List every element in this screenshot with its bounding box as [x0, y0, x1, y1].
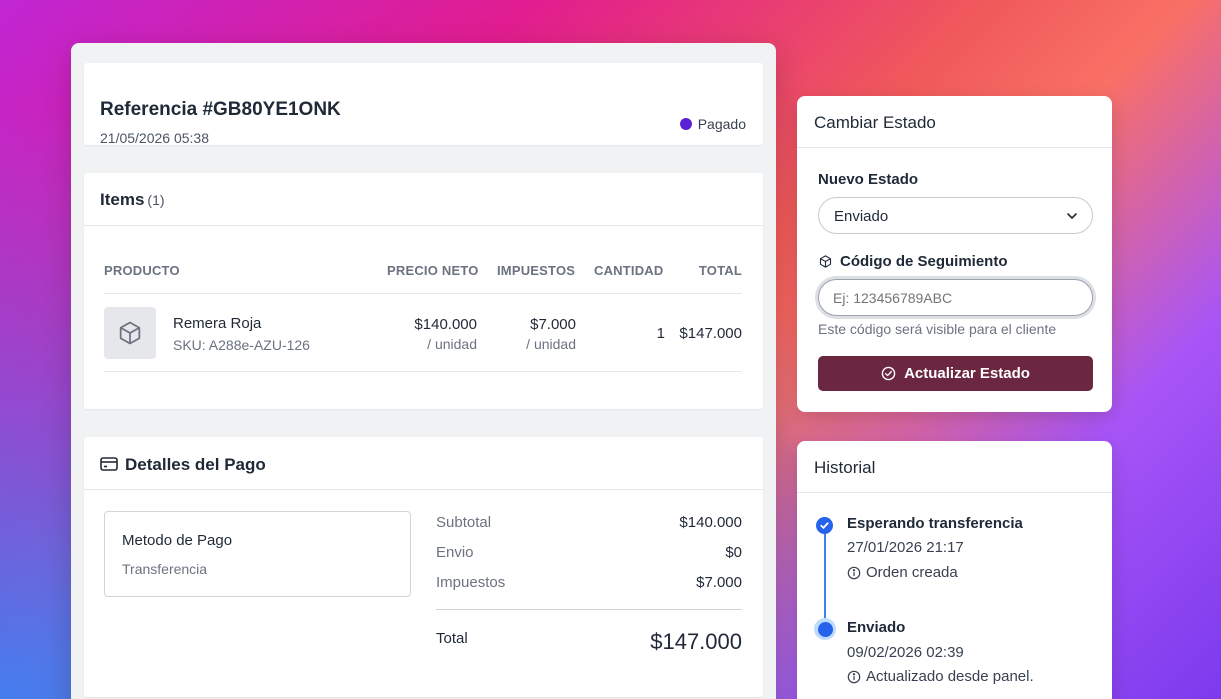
product-quantity: 1 — [656, 325, 665, 342]
box-icon — [119, 321, 141, 345]
status-dot-icon — [679, 118, 692, 130]
state-select-value: Enviado — [834, 208, 889, 225]
order-date: 21/05/2026 05:38 — [100, 130, 209, 146]
tracking-label: Código de Seguimiento — [840, 253, 1008, 270]
state-select[interactable]: Enviado — [818, 197, 1093, 234]
payment-method-box: Metodo de Pago Transferencia — [104, 511, 411, 597]
items-header: Items (1) — [84, 173, 763, 226]
tracking-label-row: Código de Seguimiento — [818, 253, 1008, 270]
column-header-net-price: PRECIO NETO — [387, 263, 479, 278]
info-icon — [847, 670, 861, 683]
change-state-header: Cambiar Estado — [797, 96, 1112, 148]
items-title: Items (1) — [100, 190, 165, 210]
column-header-total: TOTAL — [698, 263, 742, 278]
product-sku: SKU: A288e-AZU-126 — [173, 337, 310, 353]
timeline-event-date: 27/01/2026 21:17 — [847, 539, 964, 556]
column-header-taxes: IMPUESTOS — [497, 263, 576, 278]
shipping-label: Envio — [436, 544, 474, 561]
timeline-event-date: 09/02/2026 02:39 — [847, 644, 964, 661]
new-state-label: Nuevo Estado — [818, 171, 919, 188]
table-divider — [104, 293, 742, 294]
tracking-code-input[interactable] — [818, 279, 1093, 316]
timeline-event-note-text: Actualizado desde panel. — [866, 668, 1034, 685]
tax-label: Impuestos — [436, 574, 506, 591]
timeline-event-title: Esperando transferencia — [847, 515, 1023, 532]
status-badge: Pagado — [679, 116, 746, 132]
column-header-quantity: CANTIDAD — [594, 263, 664, 278]
payment-title: Detalles del Pago — [125, 455, 266, 474]
tracking-hint: Este código será visible para el cliente — [818, 321, 1057, 337]
tax-value: $7.000 — [696, 574, 742, 591]
product-tax: $7.000 — [530, 316, 576, 333]
update-state-button[interactable]: Actualizar Estado — [818, 356, 1093, 391]
payment-details-card: Detalles del Pago Metodo de Pago Transfe… — [84, 437, 763, 697]
items-count: (1) — [147, 192, 165, 208]
timeline-line — [824, 527, 826, 629]
product-thumbnail — [104, 307, 156, 359]
info-icon — [847, 566, 861, 579]
order-detail-panel: Referencia #GB80YE1ONK 21/05/2026 05:38 … — [71, 43, 776, 699]
change-state-title: Cambiar Estado — [814, 113, 936, 132]
product-total: $147.000 — [679, 325, 742, 342]
payment-header: Detalles del Pago — [84, 437, 763, 490]
payment-method-label: Metodo de Pago — [122, 532, 233, 549]
items-card: Items (1) PRODUCTO PRECIO NETO IMPUESTOS … — [84, 173, 763, 409]
total-value: $147.000 — [650, 629, 742, 654]
credit-card-icon — [100, 457, 118, 471]
shipping-value: $0 — [725, 544, 742, 561]
subtotal-value: $140.000 — [679, 514, 742, 531]
total-label: Total — [436, 630, 468, 647]
timeline-event-title: Enviado — [847, 619, 906, 636]
payment-method-value: Transferencia — [122, 561, 208, 577]
order-reference: Referencia #GB80YE1ONK — [100, 99, 341, 120]
timeline-event-note-text: Orden creada — [866, 564, 958, 581]
table-divider — [104, 371, 742, 372]
product-name: Remera Roja — [173, 315, 262, 332]
summary-divider — [436, 609, 742, 610]
check-circle-icon — [881, 366, 896, 381]
product-net-price-unit: / unidad — [427, 336, 477, 352]
timeline-event-note: Orden creada — [847, 564, 958, 581]
product-tax-unit: / unidad — [526, 336, 576, 352]
status-label: Pagado — [697, 116, 746, 132]
chevron-down-icon — [1067, 213, 1077, 219]
subtotal-label: Subtotal — [436, 514, 492, 531]
history-header: Historial — [797, 441, 1112, 493]
update-state-button-label: Actualizar Estado — [904, 365, 1030, 382]
history-card: Historial Esperando transferencia 27/01/… — [797, 441, 1112, 699]
items-title-text: Items — [100, 190, 145, 209]
history-title: Historial — [814, 458, 876, 477]
timeline-check-icon — [816, 517, 833, 534]
change-state-card: Cambiar Estado Nuevo Estado Enviado Códi… — [797, 96, 1112, 412]
column-header-product: PRODUCTO — [104, 263, 180, 278]
product-net-price: $140.000 — [414, 316, 477, 333]
timeline-current-dot-icon — [814, 618, 836, 640]
timeline-event-note: Actualizado desde panel. — [847, 668, 1034, 685]
order-header-card: Referencia #GB80YE1ONK 21/05/2026 05:38 … — [84, 63, 763, 146]
package-icon — [819, 255, 832, 268]
